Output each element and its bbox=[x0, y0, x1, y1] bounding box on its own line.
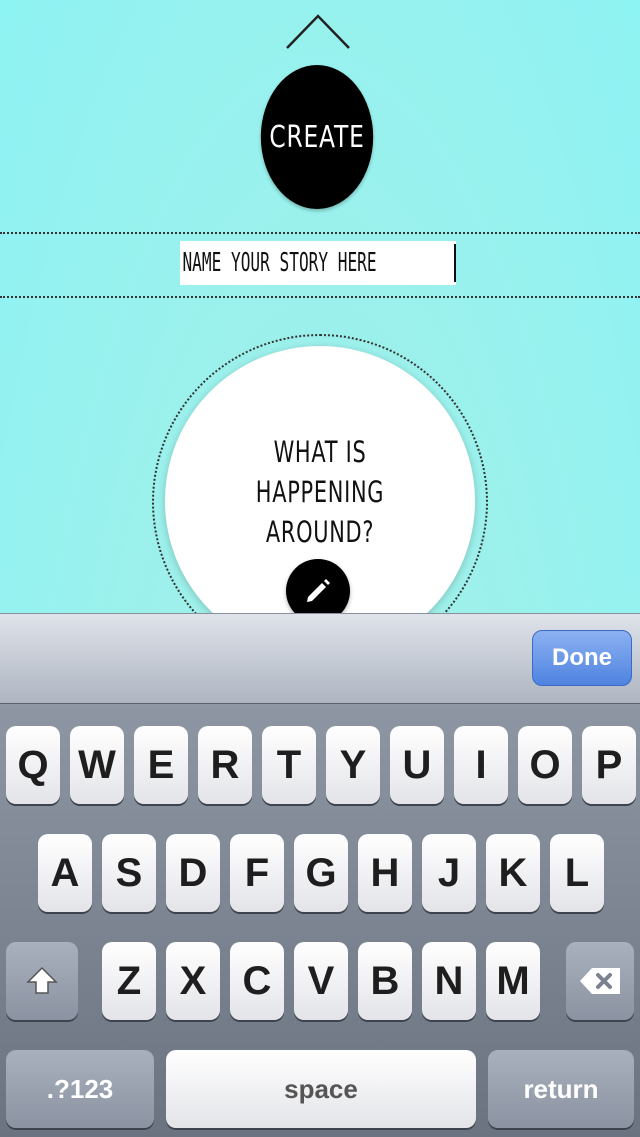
numbers-key[interactable]: .?123 bbox=[6, 1050, 154, 1128]
key-v[interactable]: V bbox=[294, 942, 348, 1020]
backspace-icon bbox=[580, 968, 620, 994]
key-r[interactable]: R bbox=[198, 726, 252, 804]
key-z[interactable]: Z bbox=[102, 942, 156, 1020]
space-key[interactable]: space bbox=[166, 1050, 476, 1128]
key-f[interactable]: F bbox=[230, 834, 284, 912]
key-n[interactable]: N bbox=[422, 942, 476, 1020]
story-title-text: NAME YOUR STORY HERE bbox=[182, 248, 377, 278]
key-d[interactable]: D bbox=[166, 834, 220, 912]
key-e[interactable]: E bbox=[134, 726, 188, 804]
done-button[interactable]: Done bbox=[532, 630, 632, 686]
key-t[interactable]: T bbox=[262, 726, 316, 804]
key-c[interactable]: C bbox=[230, 942, 284, 1020]
key-h[interactable]: H bbox=[358, 834, 412, 912]
done-label: Done bbox=[552, 644, 612, 671]
key-y[interactable]: Y bbox=[326, 726, 380, 804]
backspace-key[interactable] bbox=[566, 942, 634, 1020]
key-w[interactable]: W bbox=[70, 726, 124, 804]
key-g[interactable]: G bbox=[294, 834, 348, 912]
key-o[interactable]: O bbox=[518, 726, 572, 804]
key-i[interactable]: I bbox=[454, 726, 508, 804]
text-caret bbox=[454, 244, 456, 282]
key-a[interactable]: A bbox=[38, 834, 92, 912]
story-title-input[interactable]: NAME YOUR STORY HERE bbox=[180, 241, 456, 285]
keyboard: Q W E R T Y U I O P A S D F G H J K L Z … bbox=[0, 703, 640, 1137]
key-q[interactable]: Q bbox=[6, 726, 60, 804]
shift-icon bbox=[26, 966, 58, 994]
key-s[interactable]: S bbox=[102, 834, 156, 912]
key-p[interactable]: P bbox=[582, 726, 636, 804]
pencil-icon bbox=[307, 579, 330, 602]
prompt-line-2: AROUND? bbox=[265, 515, 375, 549]
shift-key[interactable] bbox=[6, 942, 78, 1020]
keyboard-accessory-bar: Done bbox=[0, 613, 640, 703]
create-button[interactable]: CREATE bbox=[260, 65, 374, 209]
divider-bottom bbox=[0, 296, 640, 298]
story-prompt: WHAT IS HAPPENING AROUND? bbox=[226, 432, 413, 552]
key-x[interactable]: X bbox=[166, 942, 220, 1020]
key-b[interactable]: B bbox=[358, 942, 412, 1020]
prompt-line-1: WHAT IS HAPPENING bbox=[255, 435, 385, 509]
key-k[interactable]: K bbox=[486, 834, 540, 912]
key-u[interactable]: U bbox=[390, 726, 444, 804]
key-l[interactable]: L bbox=[550, 834, 604, 912]
key-j[interactable]: J bbox=[422, 834, 476, 912]
key-m[interactable]: M bbox=[486, 942, 540, 1020]
create-label: CREATE bbox=[269, 119, 365, 155]
chevron-up-icon[interactable] bbox=[285, 12, 351, 52]
return-key[interactable]: return bbox=[488, 1050, 634, 1128]
divider-top bbox=[0, 232, 640, 234]
